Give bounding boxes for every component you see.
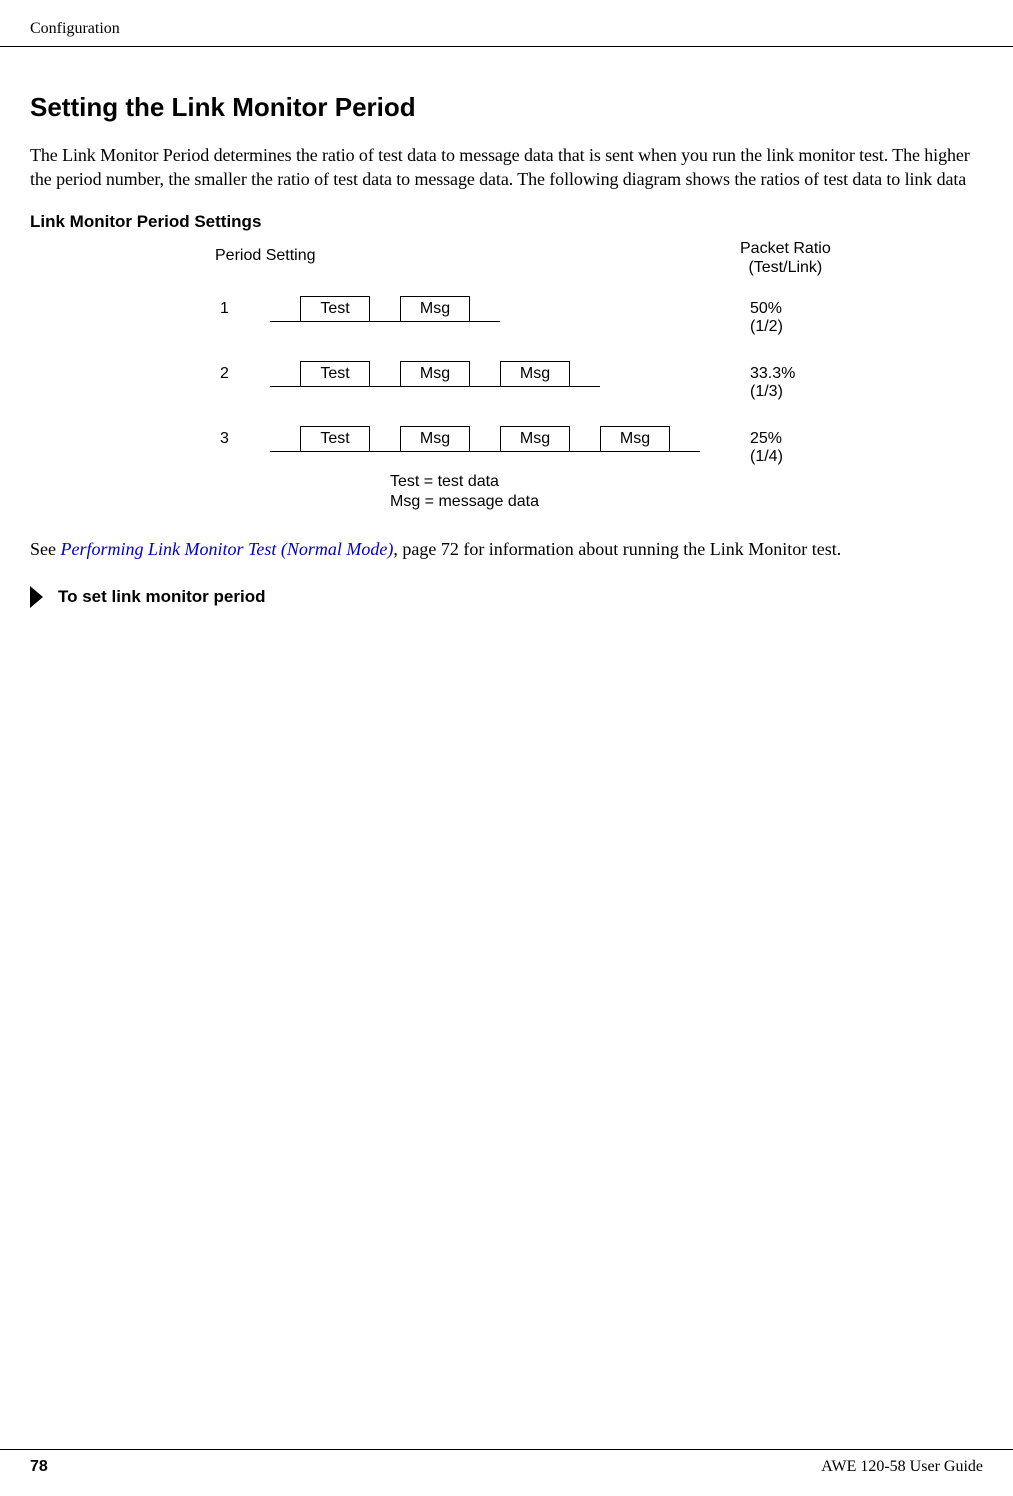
connector-line [670, 451, 700, 452]
connector-line [470, 451, 500, 452]
packet-train: Test Msg Msg Msg [270, 422, 700, 452]
connector-line [470, 386, 500, 387]
packet-box: Msg [600, 426, 670, 452]
connector-line [370, 386, 400, 387]
diagram-title: Link Monitor Period Settings [30, 212, 983, 232]
packet-box: Msg [400, 296, 470, 322]
connector-line [270, 386, 300, 387]
page-footer: 78 AWE 120-58 User Guide [0, 1449, 1013, 1476]
ratio-header-line1: Packet Ratio [740, 239, 831, 258]
legend-line: Msg = message data [390, 492, 539, 513]
procedure-title: To set link monitor period [58, 587, 265, 607]
page-content: Setting the Link Monitor Period The Link… [0, 47, 1013, 608]
page-number: 78 [30, 1458, 48, 1476]
packet-box: Msg [400, 426, 470, 452]
cross-reference: See Performing Link Monitor Test (Normal… [30, 537, 983, 561]
connector-line [470, 321, 500, 322]
packet-train: Test Msg Msg [270, 357, 600, 387]
ratio-header-line2: (Test/Link) [740, 258, 831, 277]
diagram-legend: Test = test data Msg = message data [390, 472, 539, 514]
page-header: Configuration [0, 0, 1013, 47]
chapter-name: Configuration [30, 20, 120, 37]
connector-line [270, 321, 300, 322]
packet-box: Test [300, 296, 370, 322]
guide-name: AWE 120-58 User Guide [821, 1458, 983, 1476]
ratio-value: 50% (1/2) [750, 300, 783, 336]
procedure-heading: To set link monitor period [30, 586, 983, 608]
ratio-value: 25% (1/4) [750, 430, 783, 466]
connector-line [270, 451, 300, 452]
column-header-ratio: Packet Ratio (Test/Link) [740, 239, 831, 277]
intro-paragraph: The Link Monitor Period determines the r… [30, 143, 983, 192]
period-value: 2 [220, 365, 229, 383]
packet-train: Test Msg [270, 292, 500, 322]
connector-line [570, 386, 600, 387]
packet-box: Test [300, 426, 370, 452]
period-value: 1 [220, 300, 229, 318]
crossref-suffix: , page 72 for information about running … [393, 539, 841, 559]
packet-box: Msg [400, 361, 470, 387]
link-monitor-diagram: Period Setting Packet Ratio (Test/Link) … [180, 237, 983, 517]
crossref-link[interactable]: Performing Link Monitor Test (Normal Mod… [61, 539, 394, 559]
column-header-period: Period Setting [215, 247, 316, 265]
packet-box: Msg [500, 361, 570, 387]
ratio-value: 33.3% (1/3) [750, 365, 795, 401]
section-title: Setting the Link Monitor Period [30, 92, 983, 123]
legend-line: Test = test data [390, 472, 539, 493]
period-value: 3 [220, 430, 229, 448]
connector-line [370, 321, 400, 322]
packet-box: Test [300, 361, 370, 387]
packet-box: Msg [500, 426, 570, 452]
connector-line [570, 451, 600, 452]
crossref-prefix: See [30, 539, 61, 559]
arrow-right-icon [30, 586, 48, 608]
connector-line [370, 451, 400, 452]
